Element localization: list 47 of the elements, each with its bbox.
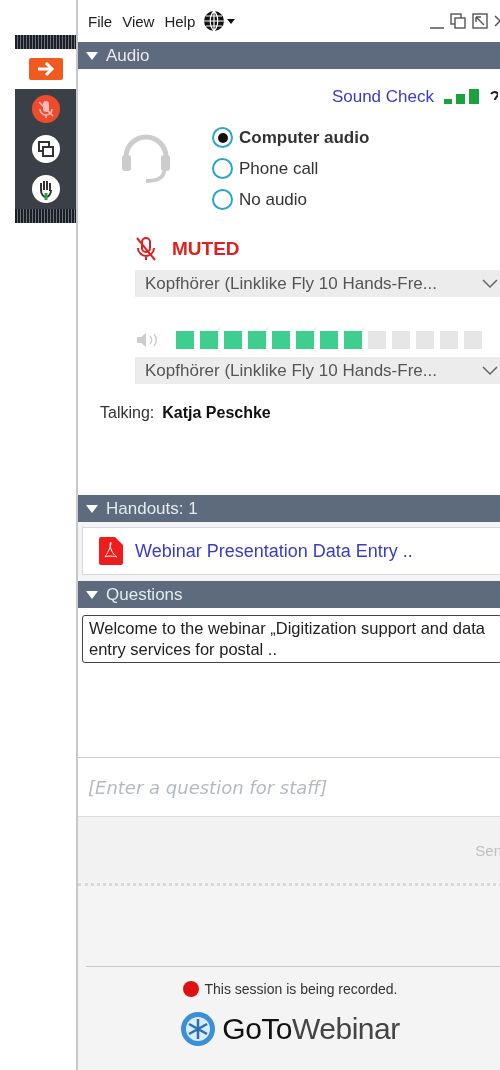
restore-icon[interactable] (450, 13, 466, 29)
muted-microphone-icon[interactable] (31, 95, 60, 123)
snowflake-logo-icon (180, 1011, 217, 1047)
pdf-file-icon (99, 537, 123, 565)
muted-microphone-icon[interactable] (136, 236, 156, 262)
globe-icon[interactable] (203, 10, 238, 32)
question-input[interactable]: [Enter a question for staff] (78, 757, 500, 817)
option-label: No audio (239, 189, 308, 210)
sound-check-link[interactable]: Sound Check (331, 87, 434, 107)
grip-handle[interactable] (15, 209, 76, 223)
speaker-dropdown[interactable]: Kopfhörer (Linklike Fly 10 Hands-Fre... (135, 357, 500, 384)
handouts-header[interactable]: Handouts: 1 (78, 495, 500, 522)
grip-handle[interactable] (15, 35, 76, 49)
radio-button[interactable] (212, 127, 233, 148)
section-title: Handouts: 1 (106, 498, 198, 519)
section-title: Audio (106, 45, 150, 66)
section-title: Questions (106, 584, 183, 605)
audio-option[interactable]: Phone call (212, 158, 370, 179)
collapse-triangle-icon[interactable] (86, 504, 98, 513)
popout-icon[interactable] (472, 13, 488, 29)
collapse-triangle-icon[interactable] (86, 51, 98, 60)
option-label: Phone call (239, 158, 319, 179)
speaker-name: Katja Peschke (162, 404, 271, 422)
recording-dot-icon (182, 981, 199, 997)
option-label: Computer audio (239, 127, 370, 148)
raised-hand-icon[interactable] (31, 175, 60, 203)
menu-item[interactable]: View (120, 10, 157, 32)
close-icon[interactable] (494, 14, 500, 28)
signal-bars-icon (444, 89, 480, 105)
screen-icon[interactable] (31, 135, 60, 163)
product-logo: GoToWebinar (222, 1012, 400, 1046)
chevron-down-icon[interactable] (482, 365, 498, 376)
radio-button[interactable] (212, 189, 233, 210)
menu-item[interactable]: File (86, 10, 115, 32)
audio-header[interactable]: Audio (78, 42, 500, 69)
chevron-down-icon[interactable] (482, 278, 498, 289)
menu-item[interactable]: Help (162, 10, 198, 32)
recording-notice: This session is being recorded. (204, 981, 398, 997)
microphone-dropdown[interactable]: Kopfhörer (Linklike Fly 10 Hands-Fre... (135, 270, 500, 297)
radio-button[interactable] (212, 158, 233, 179)
audio-option[interactable]: Computer audio (212, 127, 370, 148)
message-bubble: Welcome to the webinar „Digitization support and data entry services for postal .. (82, 615, 500, 663)
mute-status: MUTED (172, 238, 240, 260)
collapse-triangle-icon[interactable] (86, 590, 98, 599)
talking-label: Talking: (100, 404, 155, 422)
questions-header[interactable]: Questions (78, 581, 500, 608)
audio-option[interactable]: No audio (212, 189, 370, 210)
